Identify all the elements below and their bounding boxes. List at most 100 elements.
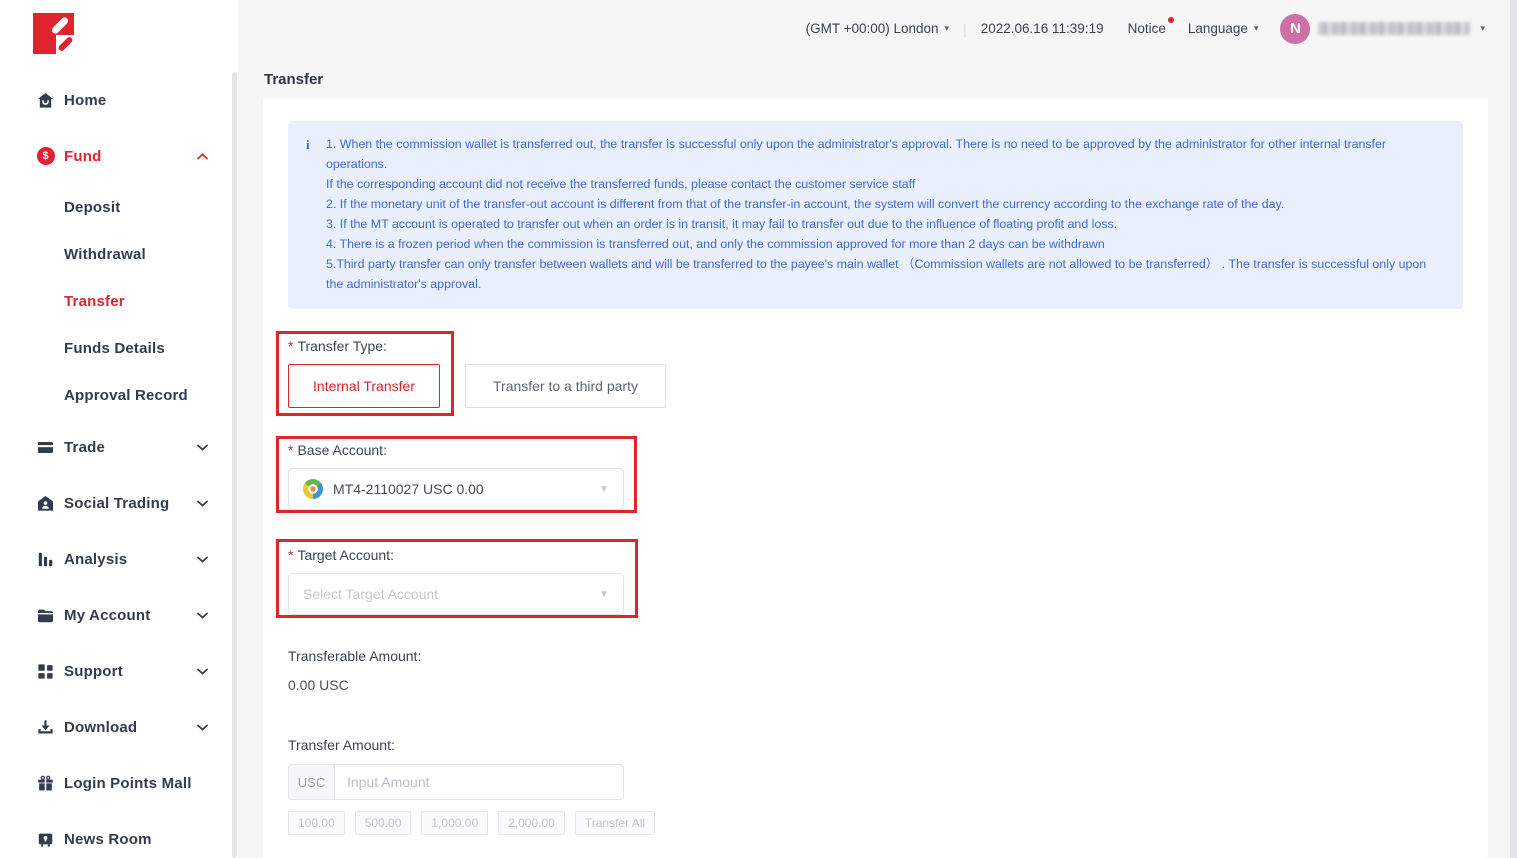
sidebar-item-label: Download	[64, 719, 137, 736]
sidebar-item-label: Transfer	[64, 293, 125, 310]
sidebar-item-label: My Account	[64, 607, 150, 624]
transfer-type-section: *Transfer Type: Internal Transfer Transf…	[288, 338, 1463, 408]
logo-slash	[50, 16, 69, 35]
header-divider: |	[963, 21, 967, 37]
internal-transfer-button[interactable]: Internal Transfer	[288, 364, 440, 408]
transferable-amount-section: Transferable Amount: 0.00 USC	[288, 648, 1463, 693]
quick-amount-button-500[interactable]: 500.00	[355, 811, 412, 835]
notice-button[interactable]: Notice	[1128, 21, 1166, 36]
logo-slash-small	[57, 36, 73, 52]
transfer-all-button[interactable]: Transfer All	[575, 811, 655, 835]
info-icon: i	[306, 135, 310, 155]
mt4-logo-icon	[303, 479, 323, 499]
quick-amount-button-2000[interactable]: 2,000.00	[498, 811, 565, 835]
transfer-type-label: *Transfer Type:	[288, 338, 1463, 354]
sidebar-item-label: Trade	[64, 439, 105, 456]
chevron-down-icon: ▾	[1254, 23, 1259, 34]
brand-logo-icon[interactable]	[33, 13, 74, 54]
sidebar-nav: Home $ Fund Deposit Withdrawal Transfer …	[0, 72, 238, 858]
notice-line: 2. If the monetary unit of the transfer-…	[326, 194, 1443, 214]
base-account-dropdown[interactable]: MT4-2110027 USC 0.00 ▼	[288, 468, 624, 510]
sidebar-item-label: Approval Record	[64, 387, 188, 404]
chevron-down-icon	[197, 668, 208, 675]
sidebar-scrollbar[interactable]	[232, 72, 237, 858]
third-party-transfer-button[interactable]: Transfer to a third party	[465, 364, 666, 408]
home-icon	[36, 91, 55, 110]
sidebar-item-social-trading[interactable]: Social Trading	[0, 475, 238, 531]
gift-icon	[36, 774, 55, 793]
main-area: (GMT +00:00) London ▾ | 2022.06.16 11:39…	[238, 0, 1517, 858]
sidebar-item-approval-record[interactable]: Approval Record	[0, 372, 238, 419]
sidebar-item-withdrawal[interactable]: Withdrawal	[0, 231, 238, 278]
timezone-label: (GMT +00:00) London	[806, 21, 939, 36]
sidebar-item-support[interactable]: Support	[0, 643, 238, 699]
social-trading-icon	[36, 494, 55, 513]
sidebar-item-label: Social Trading	[64, 495, 169, 512]
transferable-amount-label: Transferable Amount:	[288, 648, 1463, 664]
page-scrollbar[interactable]	[1510, 0, 1517, 858]
required-asterisk: *	[288, 442, 293, 458]
news-icon	[36, 830, 55, 849]
notice-line: 1. When the commission wallet is transfe…	[326, 134, 1443, 174]
sidebar-item-fund[interactable]: $ Fund	[0, 128, 238, 184]
sidebar-item-transfer[interactable]: Transfer	[0, 278, 238, 325]
user-name-blurred	[1318, 22, 1470, 35]
notice-line: 5.Third party transfer can only transfer…	[326, 254, 1443, 294]
transfer-card: i 1. When the commission wallet is trans…	[263, 98, 1488, 858]
sidebar-item-news-room[interactable]: News Room	[0, 811, 238, 858]
sidebar-item-funds-details[interactable]: Funds Details	[0, 325, 238, 372]
fund-icon: $	[36, 147, 55, 166]
my-account-icon	[36, 606, 55, 625]
required-asterisk: *	[288, 547, 293, 563]
sidebar-item-label: Deposit	[64, 199, 120, 216]
required-asterisk: *	[288, 338, 293, 354]
sidebar-item-login-points-mall[interactable]: Login Points Mall	[0, 755, 238, 811]
chevron-down-icon: ▾	[945, 23, 950, 34]
chevron-up-icon	[197, 153, 208, 160]
app-window: Home $ Fund Deposit Withdrawal Transfer …	[0, 0, 1517, 858]
amount-input[interactable]	[334, 764, 624, 800]
sidebar-item-home[interactable]: Home	[0, 72, 238, 128]
sidebar-item-label: Login Points Mall	[64, 775, 192, 792]
datetime-display: 2022.06.16 11:39:19	[981, 21, 1104, 36]
sidebar: Home $ Fund Deposit Withdrawal Transfer …	[0, 0, 238, 858]
sidebar-item-analysis[interactable]: Analysis	[0, 531, 238, 587]
base-account-label: *Base Account:	[288, 442, 1463, 458]
chevron-down-icon: ▼	[599, 484, 609, 495]
transferable-amount-value: 0.00 USC	[288, 677, 1463, 693]
quick-amount-button-100[interactable]: 100.00	[288, 811, 345, 835]
sidebar-item-label: Analysis	[64, 551, 127, 568]
quick-amount-button-1000[interactable]: 1,000.00	[421, 811, 488, 835]
chevron-down-icon	[197, 500, 208, 507]
sidebar-item-download[interactable]: Download	[0, 699, 238, 755]
download-icon	[36, 718, 55, 737]
chevron-down-icon	[197, 612, 208, 619]
chevron-down-icon	[197, 556, 208, 563]
trade-icon	[36, 438, 55, 457]
notice-line: 3. If the MT account is operated to tran…	[326, 214, 1443, 234]
sidebar-item-label: Funds Details	[64, 340, 165, 357]
target-account-dropdown[interactable]: Select Target Account ▼	[288, 573, 624, 615]
sidebar-item-label: Support	[64, 663, 123, 680]
language-label: Language	[1188, 21, 1248, 36]
chevron-down-icon	[197, 724, 208, 731]
logo-notch	[56, 35, 75, 54]
info-notice-box: i 1. When the commission wallet is trans…	[288, 121, 1463, 309]
sidebar-item-label: Home	[64, 92, 106, 109]
support-icon	[36, 662, 55, 681]
analysis-icon	[36, 550, 55, 569]
sidebar-item-label: Fund	[64, 148, 101, 165]
timezone-selector[interactable]: (GMT +00:00) London ▾	[806, 21, 950, 36]
user-menu[interactable]: N ▾	[1280, 14, 1485, 44]
sidebar-item-label: News Room	[64, 831, 152, 848]
target-account-placeholder: Select Target Account	[303, 586, 438, 602]
target-account-label: *Target Account:	[288, 547, 1463, 563]
sidebar-item-my-account[interactable]: My Account	[0, 587, 238, 643]
language-selector[interactable]: Language ▾	[1188, 21, 1259, 36]
sidebar-item-deposit[interactable]: Deposit	[0, 184, 238, 231]
page-title: Transfer	[264, 71, 1517, 88]
notice-badge-dot	[1168, 17, 1174, 23]
base-account-section: *Base Account: MT4-2110027 USC 0.00 ▼	[288, 442, 1463, 510]
target-account-section: *Target Account: Select Target Account ▼	[288, 547, 1463, 615]
sidebar-item-trade[interactable]: Trade	[0, 419, 238, 475]
